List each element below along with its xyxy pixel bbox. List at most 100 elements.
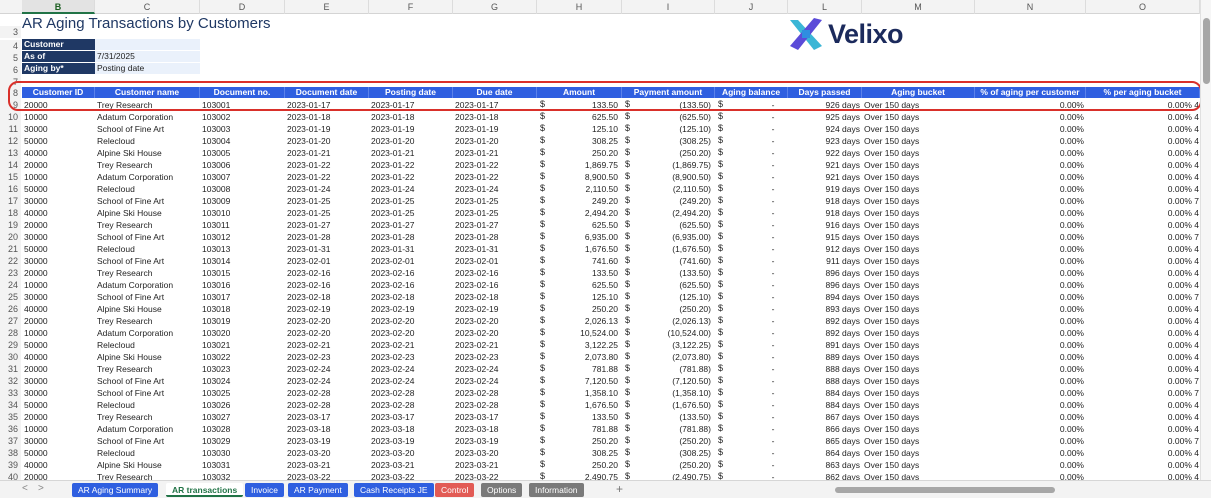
table-cell[interactable]: Alpine Ski House (97, 207, 200, 219)
table-cell[interactable]: 0.00% 7 (1086, 195, 1199, 207)
table-cell[interactable]: Over 150 days (864, 135, 975, 147)
table-cell[interactable]: 0.00% 4 (1086, 459, 1199, 471)
table-row[interactable]: 40000 Alpine Ski House 103022 2023-02-23 202… (0, 351, 1200, 363)
table-cell[interactable]: (10,524.00) (632, 327, 711, 339)
table-cell[interactable]: 0.00% (975, 303, 1084, 315)
table-cell[interactable]: 2023-02-21 (371, 339, 453, 351)
table-cell[interactable]: 0.00% 4 (1086, 423, 1199, 435)
table-cell[interactable]: 103020 (202, 327, 285, 339)
table-cell[interactable]: 921 days (788, 159, 861, 171)
table-cell[interactable]: - (767, 387, 779, 399)
table-cell[interactable]: - (767, 267, 779, 279)
table-cell[interactable]: 0.00% (975, 231, 1084, 243)
table-cell[interactable]: 0.00% 4 (1086, 243, 1199, 255)
table-cell[interactable]: 2023-01-19 (455, 123, 537, 135)
table-cell[interactable]: 103008 (202, 183, 285, 195)
column-header-cell[interactable]: Aging bucket (862, 87, 975, 98)
table-cell[interactable]: 2023-02-28 (371, 399, 453, 411)
table-cell[interactable]: 2023-02-19 (371, 303, 453, 315)
sheet-tab-information[interactable]: Information (529, 483, 584, 497)
table-cell[interactable]: 922 days (788, 147, 861, 159)
table-cell[interactable]: Trey Research (97, 363, 200, 375)
table-cell[interactable]: 0.00% (975, 243, 1084, 255)
table-cell[interactable]: - (767, 339, 779, 351)
table-cell[interactable]: 2023-02-28 (455, 399, 537, 411)
table-cell[interactable]: 2023-03-20 (287, 447, 369, 459)
table-cell[interactable]: 925 days (788, 111, 861, 123)
table-cell[interactable]: Over 150 days (864, 315, 975, 327)
table-cell[interactable]: 103029 (202, 435, 285, 447)
table-cell[interactable]: (250.20) (632, 303, 711, 315)
table-row[interactable]: 20000 Trey Research 103001 2023-01-17 2023-0… (0, 99, 1200, 111)
table-cell[interactable]: 2023-01-18 (287, 111, 369, 123)
table-cell[interactable]: 0.00% 4 (1086, 123, 1199, 135)
table-cell[interactable]: 741.60 (547, 255, 618, 267)
table-cell[interactable]: 250.20 (547, 435, 618, 447)
table-cell[interactable]: 103015 (202, 267, 285, 279)
table-cell[interactable]: 0.00% 4 (1086, 267, 1199, 279)
table-cell[interactable]: (308.25) (632, 447, 711, 459)
table-cell[interactable]: 2023-01-22 (287, 159, 369, 171)
table-cell[interactable]: School of Fine Art (97, 123, 200, 135)
table-cell[interactable]: Adatum Corporation (97, 111, 200, 123)
table-cell[interactable]: Over 150 days (864, 267, 975, 279)
table-cell[interactable]: - (767, 411, 779, 423)
table-cell[interactable]: (8,900.50) (632, 171, 711, 183)
table-cell[interactable]: 2023-02-20 (371, 315, 453, 327)
table-cell[interactable]: 1,676.50 (547, 243, 618, 255)
table-cell[interactable]: 781.88 (547, 423, 618, 435)
table-row[interactable]: 10000 Adatum Corporation 103016 2023-02-16 2… (0, 279, 1200, 291)
table-cell[interactable]: 30000 (24, 387, 95, 399)
table-cell[interactable]: 0.00% 7 (1086, 387, 1199, 399)
table-cell[interactable]: 2023-03-21 (287, 459, 369, 471)
table-cell[interactable]: (2,073.80) (632, 351, 711, 363)
table-cell[interactable]: 10000 (24, 171, 95, 183)
table-cell[interactable]: 0.00% 4 (1086, 327, 1199, 339)
table-cell[interactable]: 2023-02-23 (287, 351, 369, 363)
table-cell[interactable]: (625.50) (632, 279, 711, 291)
table-cell[interactable]: 0.00% 4 (1086, 147, 1199, 159)
table-cell[interactable]: 2023-01-22 (371, 171, 453, 183)
table-cell[interactable]: 625.50 (547, 219, 618, 231)
table-row[interactable]: 10000 Adatum Corporation 103007 2023-01-22 2… (0, 171, 1200, 183)
table-cell[interactable]: Adatum Corporation (97, 171, 200, 183)
table-cell[interactable]: - (767, 159, 779, 171)
table-cell[interactable]: 308.25 (547, 135, 618, 147)
table-cell[interactable]: 7,120.50 (547, 375, 618, 387)
table-cell[interactable]: 0.00% (975, 375, 1084, 387)
table-cell[interactable]: 2023-02-20 (371, 327, 453, 339)
table-cell[interactable]: Over 150 days (864, 363, 975, 375)
table-cell[interactable]: 250.20 (547, 147, 618, 159)
table-cell[interactable]: (1,676.50) (632, 243, 711, 255)
table-cell[interactable]: 2023-03-20 (371, 447, 453, 459)
table-cell[interactable]: 2023-03-17 (287, 411, 369, 423)
column-header-cell[interactable]: % per aging bucket (1086, 87, 1200, 98)
table-cell[interactable]: School of Fine Art (97, 231, 200, 243)
table-cell[interactable]: School of Fine Art (97, 255, 200, 267)
table-row[interactable]: 50000 Relecloud 103021 2023-02-21 2023-02-21… (0, 339, 1200, 351)
table-cell[interactable]: - (767, 435, 779, 447)
table-cell[interactable]: 0.00% (975, 267, 1084, 279)
table-cell[interactable]: 103011 (202, 219, 285, 231)
table-cell[interactable]: Trey Research (97, 471, 200, 480)
table-cell[interactable]: 916 days (788, 219, 861, 231)
table-cell[interactable]: 888 days (788, 363, 861, 375)
column-letter-n[interactable]: N (975, 0, 1086, 14)
table-cell[interactable]: 20000 (24, 411, 95, 423)
table-cell[interactable]: 0.00% (975, 291, 1084, 303)
table-row[interactable]: 40000 Alpine Ski House 103010 2023-01-25 202… (0, 207, 1200, 219)
table-cell[interactable]: (625.50) (632, 219, 711, 231)
table-cell[interactable]: 0.00% (975, 123, 1084, 135)
column-header-cell[interactable]: Posting date (369, 87, 453, 98)
column-header-cell[interactable]: Days passed (788, 87, 862, 98)
table-cell[interactable]: 0.00% (975, 387, 1084, 399)
table-row[interactable]: 20000 Trey Research 103027 2023-03-17 2023-0… (0, 411, 1200, 423)
table-cell[interactable]: 10,524.00 (547, 327, 618, 339)
table-cell[interactable]: 0.00% (975, 111, 1084, 123)
table-cell[interactable]: 103007 (202, 171, 285, 183)
table-cell[interactable]: 2023-02-16 (371, 267, 453, 279)
table-cell[interactable]: Over 150 days (864, 231, 975, 243)
table-cell[interactable]: 2023-02-16 (455, 267, 537, 279)
table-cell[interactable]: 249.20 (547, 195, 618, 207)
table-cell[interactable]: 896 days (788, 279, 861, 291)
